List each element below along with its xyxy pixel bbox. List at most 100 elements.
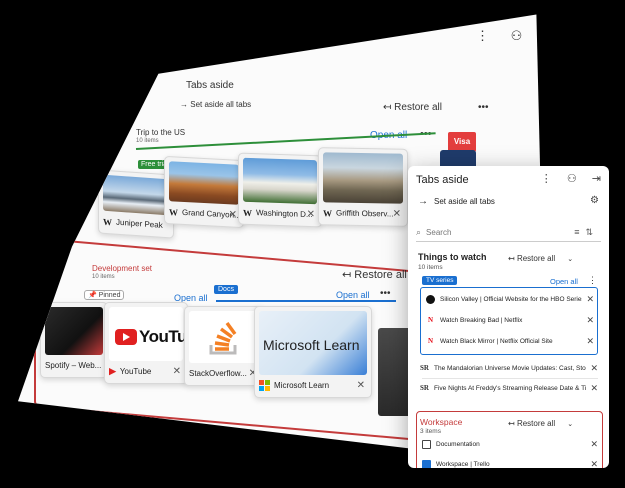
tab-card[interactable]: Microsoft Learn Microsoft Learn ✕ [254,306,372,398]
list-item[interactable]: N Watch Black Mirror | Netflix Official S… [426,333,594,349]
hbo-icon [426,294,435,304]
workspace-restore-all-button[interactable]: ↤ Restore all ⌄ [508,419,573,428]
play-icon [115,329,137,345]
close-icon[interactable]: ✕ [173,366,181,377]
close-icon[interactable]: ✕ [590,363,598,374]
tab-card[interactable]: W Juniper Peak [98,169,174,239]
trello-icon [422,459,431,468]
tab-card-title: Griffith Observ... [336,208,394,219]
back-set-aside-label: Set aside all tabs [190,100,252,109]
tab-card[interactable]: W Washington D... ✕ [238,152,322,228]
tab-card[interactable]: W Griffith Observ... ✕ [318,147,408,227]
tabs-aside-sidebar: Tabs aside ⋮ ⚇ ⇥ → Set aside all tabs ⚙ ⌕… [408,166,609,468]
youtube-icon: ▶ [109,366,116,376]
close-icon[interactable]: ✕ [307,209,315,220]
group-tag-docs[interactable]: Docs [214,285,238,294]
collections-icon[interactable]: ⚇ [567,173,577,185]
close-icon[interactable]: ✕ [590,439,598,450]
chevron-down-icon[interactable]: ⌄ [567,421,573,428]
close-icon[interactable]: ✕ [586,315,594,326]
group-title-development: Development set [92,264,153,273]
netflix-icon: N [427,336,434,345]
tab-card-title: YouTube [119,367,152,376]
visa-tab-card[interactable]: Visa [448,132,476,152]
back-more-icon[interactable]: ••• [478,102,489,113]
tab-thumbnail: YouTube [109,307,187,361]
tab-card-title: Juniper Peak [116,217,163,230]
restore-all-label: Restore all [516,254,556,263]
close-icon[interactable]: ✕ [586,294,594,305]
arrow-right-icon: → [418,196,428,207]
tab-card-title: StackOverflow... [189,369,247,378]
list-item-title: The Mandalorian Universe Movie Updates: … [434,364,587,372]
pinned-badge: 📌 Pinned [84,290,125,300]
more-options-icon[interactable]: ⋮ [588,275,597,286]
docs-divider [216,300,396,302]
group-title-things-to-watch: Things to watch [418,252,487,262]
tab-thumbnail [103,174,169,216]
group-title-workspace: Workspace [420,417,463,427]
list-item[interactable]: Documentation ✕ [422,436,598,452]
document-icon [422,439,431,449]
settings-icon[interactable]: ⚙ [590,195,599,206]
list-item[interactable]: Workspace | Trello ✕ [422,456,598,468]
open-all-docs-link[interactable]: Open all [336,290,370,300]
search-input[interactable]: ⌕ Search ≡⇅ [416,224,601,242]
group-tag-tv-series[interactable]: TV series [422,276,458,285]
tab-thumbnail [189,311,259,363]
netflix-icon: N [427,315,434,324]
set-aside-label: Set aside all tabs [434,197,495,206]
close-icon[interactable]: ✕ [357,380,365,391]
chevron-down-icon[interactable]: ⌄ [567,256,573,263]
back-title: Tabs aside [186,80,234,91]
list-item-title: Watch Black Mirror | Netflix Official Si… [440,337,553,345]
restore-all-button[interactable]: ↤ Restore all ⌄ [508,254,573,263]
list-item[interactable]: SR Five Nights At Freddy's Streaming Rele… [420,380,598,396]
list-item-title: Watch Breaking Bad | Netflix [440,316,523,324]
tab-thumbnail [169,161,239,205]
tab-card[interactable]: W Grand Canyon... ✕ [164,155,244,229]
list-item-title: Documentation [436,440,480,448]
close-icon[interactable]: ✕ [229,209,237,220]
list-item[interactable]: SR The Mandalorian Universe Movie Updates… [420,360,598,376]
tab-card[interactable]: Spotify – Web... [40,302,108,378]
close-pane-icon[interactable]: ⇥ [592,173,601,185]
list-item[interactable]: N Watch Breaking Bad | Netflix ✕ [426,312,594,328]
docs-more-icon[interactable]: ••• [380,288,391,299]
divider [422,378,598,379]
back-restore-all-button[interactable]: ↤ Restore all ••• [383,102,489,113]
open-all-link[interactable]: Open all [550,277,578,286]
tab-card-title: Washington D... [256,208,313,220]
stackoverflow-icon [209,321,237,355]
collections-icon[interactable]: ⚇ [511,28,523,43]
tab-card[interactable]: YouTube ▶YouTube✕ [104,302,188,384]
wikipedia-icon: W [169,206,178,218]
list-item-title: Workspace | Trello [436,460,490,468]
group-title-trip: Trip to the US [136,128,186,137]
microsoft-icon [259,380,270,391]
close-icon[interactable]: ✕ [590,459,598,469]
tab-card[interactable]: StackOverflow... ✕ [184,306,264,386]
tab-card-title: Spotify – Web... [45,361,102,370]
youtube-logo-text: YouTube [139,327,187,346]
sidebar-header-icons: ⋮ ⚇ ⇥ [529,172,601,185]
more-options-icon[interactable]: ⋮ [541,173,552,185]
dev-restore-all-label: Restore all [354,269,407,281]
set-aside-all-tabs-button[interactable]: → Set aside all tabs [418,196,495,207]
wikipedia-icon: W [243,207,252,218]
more-options-icon[interactable]: ⋮ [476,28,489,43]
search-placeholder: Search [426,228,452,237]
wikipedia-icon: W [323,207,332,218]
list-item[interactable]: Silicon Valley | Official Website for th… [426,291,594,307]
close-icon[interactable]: ✕ [393,209,401,220]
group-count-development: 10 items [92,274,115,280]
screenrant-icon: SR [420,363,429,372]
group-count: 10 items [418,264,443,271]
list-item-title: Five Nights At Freddy's Streaming Releas… [434,384,587,392]
tab-thumbnail [323,152,403,204]
back-set-aside-button[interactable]: → Set aside all tabs [180,100,251,109]
close-icon[interactable]: ✕ [586,336,594,347]
wikipedia-icon: W [103,216,112,227]
close-icon[interactable]: ✕ [590,383,598,394]
filter-sort-icons[interactable]: ≡⇅ [574,227,599,238]
